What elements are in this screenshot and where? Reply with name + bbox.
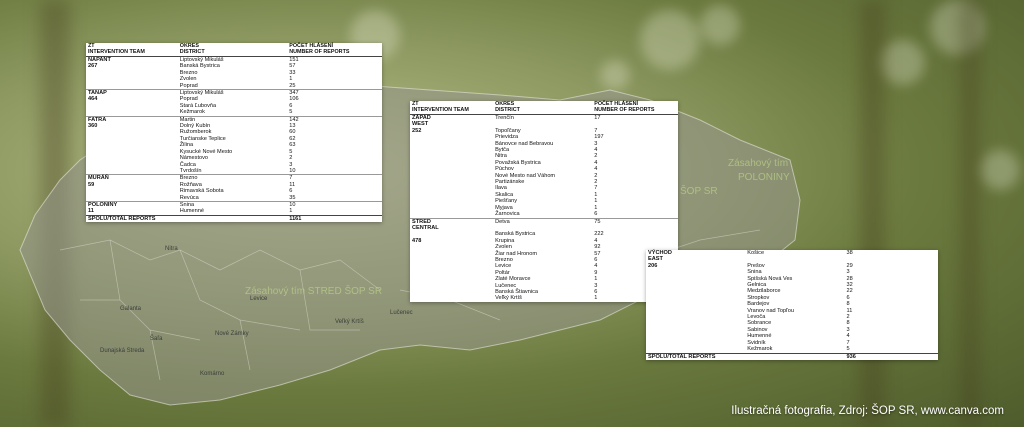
- empty-cell: [86, 195, 178, 202]
- district-name: Snina: [177, 200, 288, 209]
- team-name: FATRA: [86, 115, 178, 124]
- column-header: OKRES DISTRICT: [177, 43, 288, 57]
- empty-cell: [86, 109, 178, 116]
- table-row: POLONINY Snina 10: [86, 200, 382, 209]
- map-district-label: Nové Zámky: [215, 331, 249, 337]
- reports-table-3: VÝCHOD EAST Košice 38 206 Prešov 29 Snina 3 Spiš…: [646, 250, 938, 360]
- district-name: Košice: [747, 250, 765, 256]
- table-row: Veľký Krtíš 1: [410, 295, 678, 301]
- report-count: 10: [289, 167, 296, 174]
- report-count: 5: [846, 346, 850, 353]
- map-district-label: Komárno: [200, 371, 225, 377]
- team-total: 11: [88, 208, 94, 215]
- map-team-label-zasahovy: Zásahový tím: [728, 158, 789, 169]
- team-name: POLONINY: [86, 200, 178, 209]
- empty-cell: [86, 83, 178, 90]
- total-value: 936: [844, 352, 938, 360]
- district-name: Kežmarok: [747, 346, 773, 353]
- district-name: Trenčín: [495, 115, 514, 121]
- column-header: POČET HLÁSENÍ NUMBER OF REPORTS: [592, 101, 678, 115]
- total-row: SPOLU/TOTAL REPORTS 936: [646, 352, 938, 360]
- map-team-label-stred: Zásahový tím STRED ŠOP SR: [245, 286, 383, 297]
- column-header: OKRES DISTRICT: [493, 101, 593, 115]
- reports-table-2: ZT INTERVENTION TEAM OKRES DISTRICT POČET …: [410, 101, 678, 302]
- header-row: ZT INTERVENTION TEAM OKRES DISTRICT POČET …: [86, 43, 382, 57]
- report-count: 142: [287, 115, 382, 124]
- district-name: Brezno: [177, 174, 288, 182]
- report-count: 10: [287, 200, 382, 209]
- table-row: MURÁŇ Brezno 7: [86, 174, 382, 182]
- district-name: Detva: [493, 217, 593, 232]
- report-count: 347: [287, 89, 382, 97]
- team-name: NAPANT: [88, 57, 111, 63]
- photo-caption: Ilustračná fotografia, Zdroj: ŠOP SR, ww…: [731, 405, 1004, 417]
- district-name: Poprad: [179, 82, 198, 89]
- empty-cell: [410, 295, 493, 301]
- table-row: Žarnovica 6: [410, 211, 678, 218]
- total-label: SPOLU/TOTAL REPORTS: [646, 352, 845, 360]
- report-count: 6: [594, 211, 598, 218]
- empty-cell: [410, 211, 493, 218]
- team-name: TANAP: [86, 89, 178, 97]
- empty-cell: [86, 168, 178, 175]
- table-row: Revúca 35: [86, 195, 382, 202]
- table-row: 11 Humenné 1: [86, 208, 382, 215]
- district-name: Humenné: [179, 208, 205, 215]
- report-count: 7: [287, 174, 382, 182]
- map-district-label: Galanta: [120, 306, 142, 312]
- report-count: 151: [289, 57, 299, 63]
- table-row: FATRA Martin 142: [86, 115, 382, 124]
- table-row: Kežmarok 5: [86, 109, 382, 116]
- table-row: Tvrdošín 10: [86, 168, 382, 175]
- team-name: MURÁŇ: [86, 174, 178, 182]
- table-row: VÝCHOD EAST Košice 38: [646, 250, 938, 263]
- column-header: ZT INTERVENTION TEAM: [86, 43, 178, 57]
- map-team-label-poloniny: POLONINY: [738, 172, 790, 183]
- report-count: 17: [594, 115, 601, 121]
- report-count: 1: [289, 208, 293, 215]
- team-name: ZÁPAD WEST: [412, 115, 431, 128]
- map-district-label: Šaľa: [150, 335, 163, 342]
- table-row: Poprad 25: [86, 83, 382, 90]
- total-row: SPOLU/TOTAL REPORTS 1161: [86, 214, 382, 223]
- team-name: VÝCHOD EAST: [648, 250, 672, 263]
- total-value: 1161: [287, 214, 382, 223]
- report-count: 75: [592, 217, 678, 232]
- table-row: Kežmarok 5: [646, 346, 938, 353]
- table-row: NAPANT Liptovský Mikuláš 151: [86, 57, 382, 64]
- district-name: Žarnovica: [495, 211, 520, 218]
- report-count: 25: [289, 82, 296, 89]
- table-row: ZÁPAD WEST Trenčín 17: [410, 115, 678, 128]
- map-district-label: Nitra: [165, 246, 178, 252]
- reports-table-1: ZT INTERVENTION TEAM OKRES DISTRICT POČET …: [86, 43, 382, 223]
- district-name: Revúca: [179, 194, 199, 201]
- header-row: ZT INTERVENTION TEAM OKRES DISTRICT POČET …: [410, 101, 678, 115]
- district-name: Liptovský Mikuláš: [179, 57, 224, 63]
- team-name: STRED CENTRAL: [410, 217, 494, 232]
- district-name: Martin: [177, 115, 288, 124]
- reports-grid: ZT INTERVENTION TEAM OKRES DISTRICT POČET …: [86, 43, 382, 223]
- reports-grid: ZT INTERVENTION TEAM OKRES DISTRICT POČET …: [410, 101, 678, 302]
- map-district-label: Lučenec: [390, 310, 413, 316]
- report-count: 5: [289, 109, 293, 116]
- table-row: STRED CENTRAL Detva 75: [410, 217, 678, 232]
- reports-grid: VÝCHOD EAST Košice 38 206 Prešov 29 Snina 3 Spiš…: [646, 250, 938, 360]
- total-label: SPOLU/TOTAL REPORTS: [86, 214, 288, 223]
- column-header: POČET HLÁSENÍ NUMBER OF REPORTS: [287, 43, 382, 57]
- district-name: Liptovský Mikuláš: [177, 89, 288, 97]
- map-district-label: Veľký Krtíš: [335, 319, 364, 325]
- empty-cell: [646, 346, 745, 353]
- report-count: 38: [846, 250, 853, 256]
- map-district-label: Dunajská Streda: [100, 348, 145, 354]
- table-row: TANAP Liptovský Mikuláš 347: [86, 89, 382, 97]
- district-name: Tvrdošín: [179, 167, 202, 174]
- district-name: Veľký Krtíš: [495, 295, 522, 302]
- report-count: 35: [289, 194, 296, 201]
- map-team-label-sop: ŠOP SR: [680, 186, 718, 197]
- district-name: Kežmarok: [179, 109, 205, 116]
- column-header: ZT INTERVENTION TEAM: [410, 101, 494, 115]
